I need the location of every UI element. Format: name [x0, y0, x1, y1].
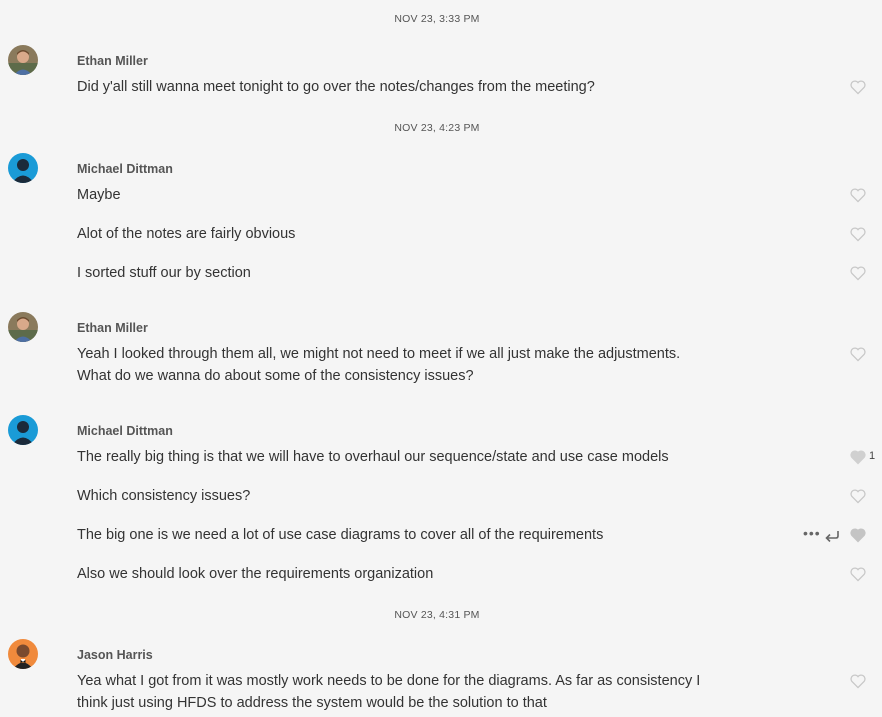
message-text: Did y'all still wanna meet tonight to go… [77, 79, 595, 95]
sender-name: Ethan Miller [77, 54, 148, 68]
message-text: Maybe [77, 187, 121, 203]
message-text: Yea what I got from it was mostly work n… [77, 673, 701, 689]
sender-name: Jason Harris [77, 648, 153, 662]
liked-heart-icon[interactable] [849, 449, 867, 465]
message-text: think just using HFDS to address the sys… [77, 695, 547, 711]
like-heart-icon[interactable] [849, 346, 867, 362]
jason-avatar[interactable] [8, 639, 38, 669]
message-text: What do we wanna do about some of the co… [77, 368, 474, 384]
message-text: I sorted stuff our by section [77, 265, 251, 281]
message-text: The big one is we need a lot of use case… [77, 527, 604, 543]
like-count: 1 [869, 450, 876, 462]
message-text: Also we should look over the requirement… [77, 566, 434, 582]
sender-name: Ethan Miller [77, 321, 148, 335]
sender-name: Michael Dittman [77, 424, 173, 438]
message-text: The really big thing is that we will hav… [77, 449, 669, 465]
like-heart-icon[interactable] [849, 673, 867, 689]
message-text: Alot of the notes are fairly obvious [77, 226, 296, 242]
like-heart-icon[interactable] [849, 566, 867, 582]
message-text: Yeah I looked through them all, we might… [77, 346, 681, 362]
like-heart-icon[interactable] [849, 265, 867, 281]
timestamp-divider: NOV 23, 4:23 PM [394, 122, 480, 134]
ethan-avatar[interactable] [8, 312, 38, 342]
chat-feed: NOV 23, 3:33 PM Ethan Miller Did y'all s… [0, 0, 882, 717]
timestamp-divider: NOV 23, 3:33 PM [394, 13, 480, 25]
michael-avatar[interactable] [8, 153, 38, 183]
sender-name: Michael Dittman [77, 162, 173, 176]
like-heart-icon[interactable] [849, 527, 867, 543]
message-text: Which consistency issues? [77, 488, 251, 504]
timestamp-divider: NOV 23, 4:31 PM [394, 609, 480, 621]
reply-arrow-icon[interactable] [824, 528, 840, 543]
like-heart-icon[interactable] [849, 488, 867, 504]
ethan-avatar[interactable] [8, 45, 38, 75]
like-heart-icon[interactable] [849, 187, 867, 203]
more-options-icon[interactable]: ••• [803, 525, 821, 541]
like-heart-icon[interactable] [849, 79, 867, 95]
michael-avatar[interactable] [8, 415, 38, 445]
like-heart-icon[interactable] [849, 226, 867, 242]
